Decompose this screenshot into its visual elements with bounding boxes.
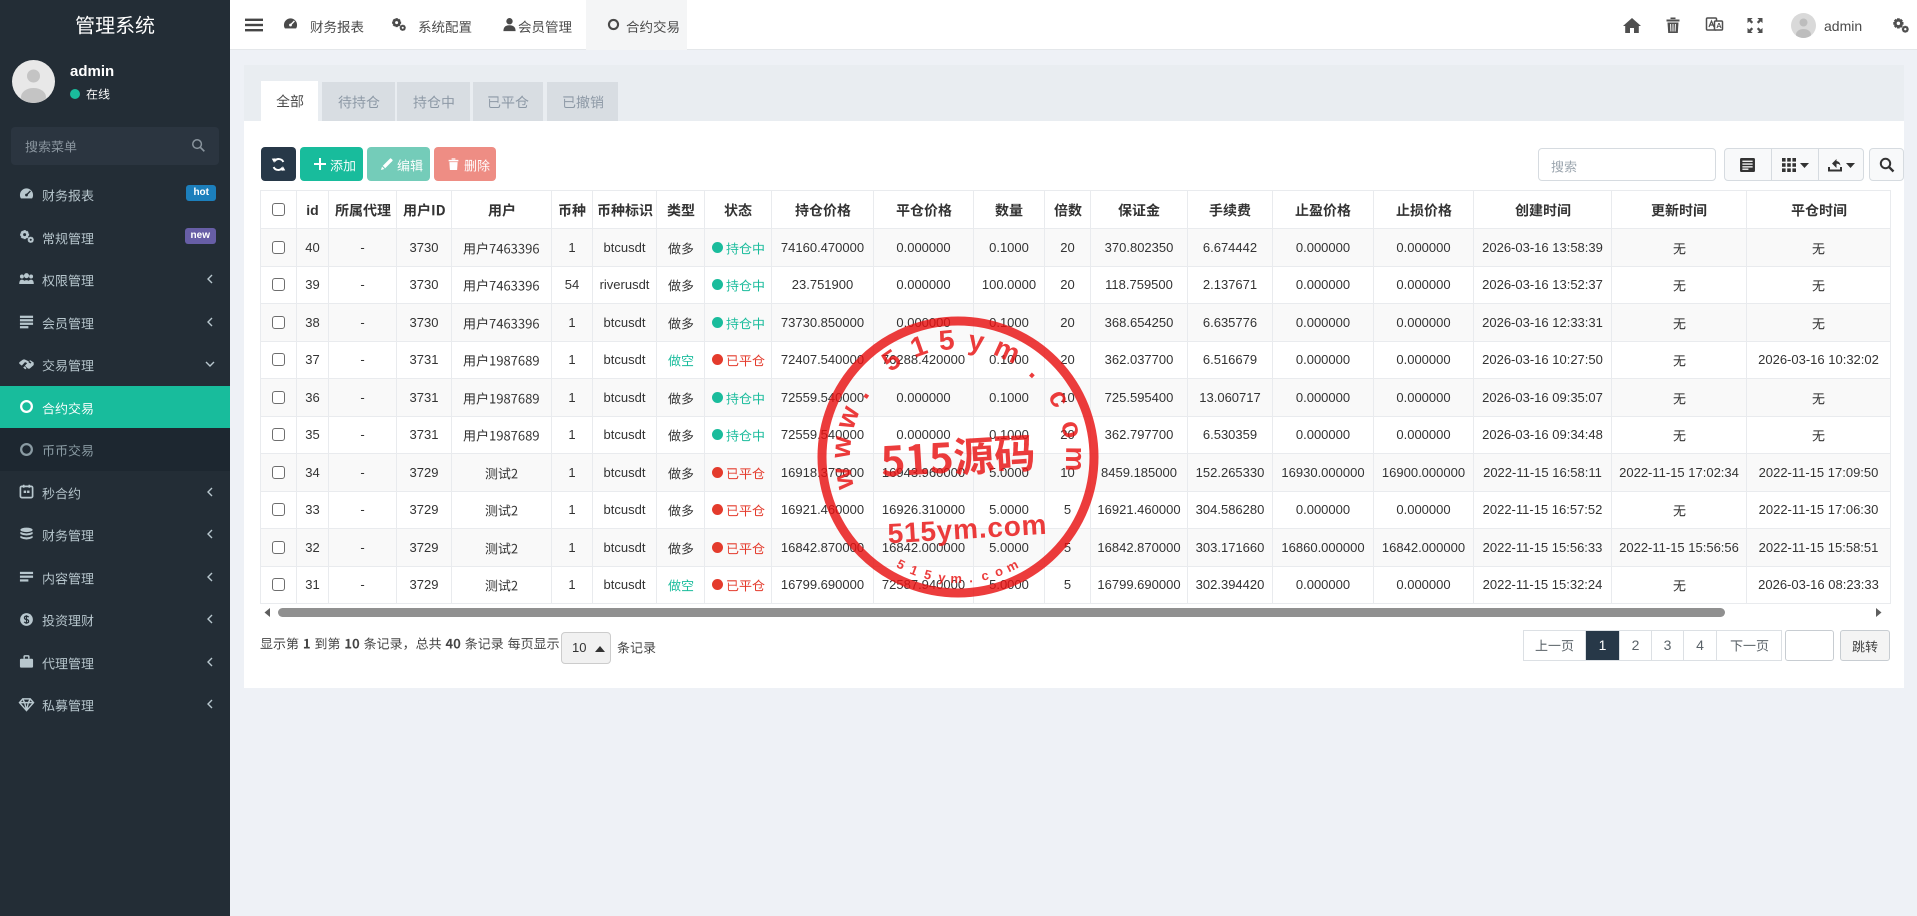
- svg-text:w: w: [824, 435, 857, 461]
- svg-text:1: 1: [908, 562, 920, 579]
- svg-text:y: y: [966, 324, 987, 357]
- svg-text:5: 5: [937, 324, 956, 356]
- svg-text:c: c: [1042, 384, 1077, 413]
- svg-text:1: 1: [906, 329, 931, 363]
- svg-text:o: o: [993, 563, 1006, 580]
- svg-text:5: 5: [876, 343, 906, 377]
- svg-text:515ym.com: 515ym.com: [887, 509, 1048, 550]
- svg-text:m: m: [1003, 557, 1020, 576]
- svg-text:m: m: [1060, 446, 1091, 471]
- svg-text:.: .: [845, 380, 875, 404]
- svg-text:c: c: [980, 567, 990, 583]
- svg-text:A: A: [1716, 21, 1722, 30]
- svg-text:o: o: [1055, 417, 1089, 441]
- svg-text:y: y: [937, 570, 947, 586]
- svg-text:w: w: [825, 465, 860, 493]
- svg-text:.: .: [1024, 356, 1051, 384]
- svg-text:5: 5: [894, 556, 907, 573]
- svg-text:w: w: [829, 402, 866, 434]
- svg-text:.: .: [968, 570, 973, 585]
- svg-text:5: 5: [922, 566, 933, 582]
- svg-text:m: m: [950, 571, 962, 586]
